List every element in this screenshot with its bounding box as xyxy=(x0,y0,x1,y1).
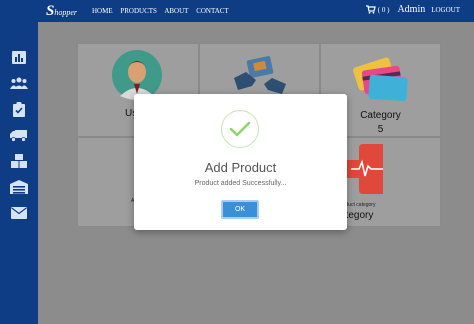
payment-hand-icon xyxy=(234,56,286,94)
brand-rest: hopper xyxy=(54,8,78,17)
users-icon[interactable] xyxy=(9,74,29,92)
chart-icon[interactable] xyxy=(9,48,29,66)
brand-logo[interactable]: Shopper xyxy=(46,2,77,20)
dialog-title: Add Product xyxy=(204,160,277,175)
logout-link[interactable]: LOGOUT xyxy=(431,6,460,14)
sidebar xyxy=(0,22,38,324)
success-dialog: Add Product Product added Successfully..… xyxy=(134,94,347,230)
nav-link-contact[interactable]: CONTACT xyxy=(196,7,229,15)
ok-button[interactable]: OK xyxy=(221,200,259,219)
cart-icon xyxy=(365,5,376,14)
dialog-message: Product added Successfully... xyxy=(194,180,287,187)
boxes-icon[interactable] xyxy=(9,152,29,170)
nav-link-about[interactable]: ABOUT xyxy=(164,7,188,15)
credit-cards-icon xyxy=(353,57,408,102)
truck-icon[interactable] xyxy=(9,126,29,144)
cart-count: ( 0 ) xyxy=(377,5,390,14)
top-navbar: Shopper HOME PRODUCTS ABOUT CONTACT ( 0 … xyxy=(0,0,474,22)
clipboard-check-icon[interactable] xyxy=(9,100,29,118)
user-avatar-icon xyxy=(112,50,162,100)
medical-cross-icon xyxy=(347,144,383,194)
success-check-icon xyxy=(221,110,259,148)
cart-button[interactable]: ( 0 ) xyxy=(365,5,390,14)
nav-links: HOME PRODUCTS ABOUT CONTACT xyxy=(92,7,235,15)
nav-link-products[interactable]: PRODUCTS xyxy=(120,7,157,15)
admin-label[interactable]: Admin xyxy=(397,4,425,15)
warehouse-icon[interactable] xyxy=(9,178,29,196)
nav-link-home[interactable]: HOME xyxy=(92,7,113,15)
nav-right: ( 0 ) Admin LOGOUT xyxy=(365,4,460,15)
envelope-icon[interactable] xyxy=(9,204,29,222)
